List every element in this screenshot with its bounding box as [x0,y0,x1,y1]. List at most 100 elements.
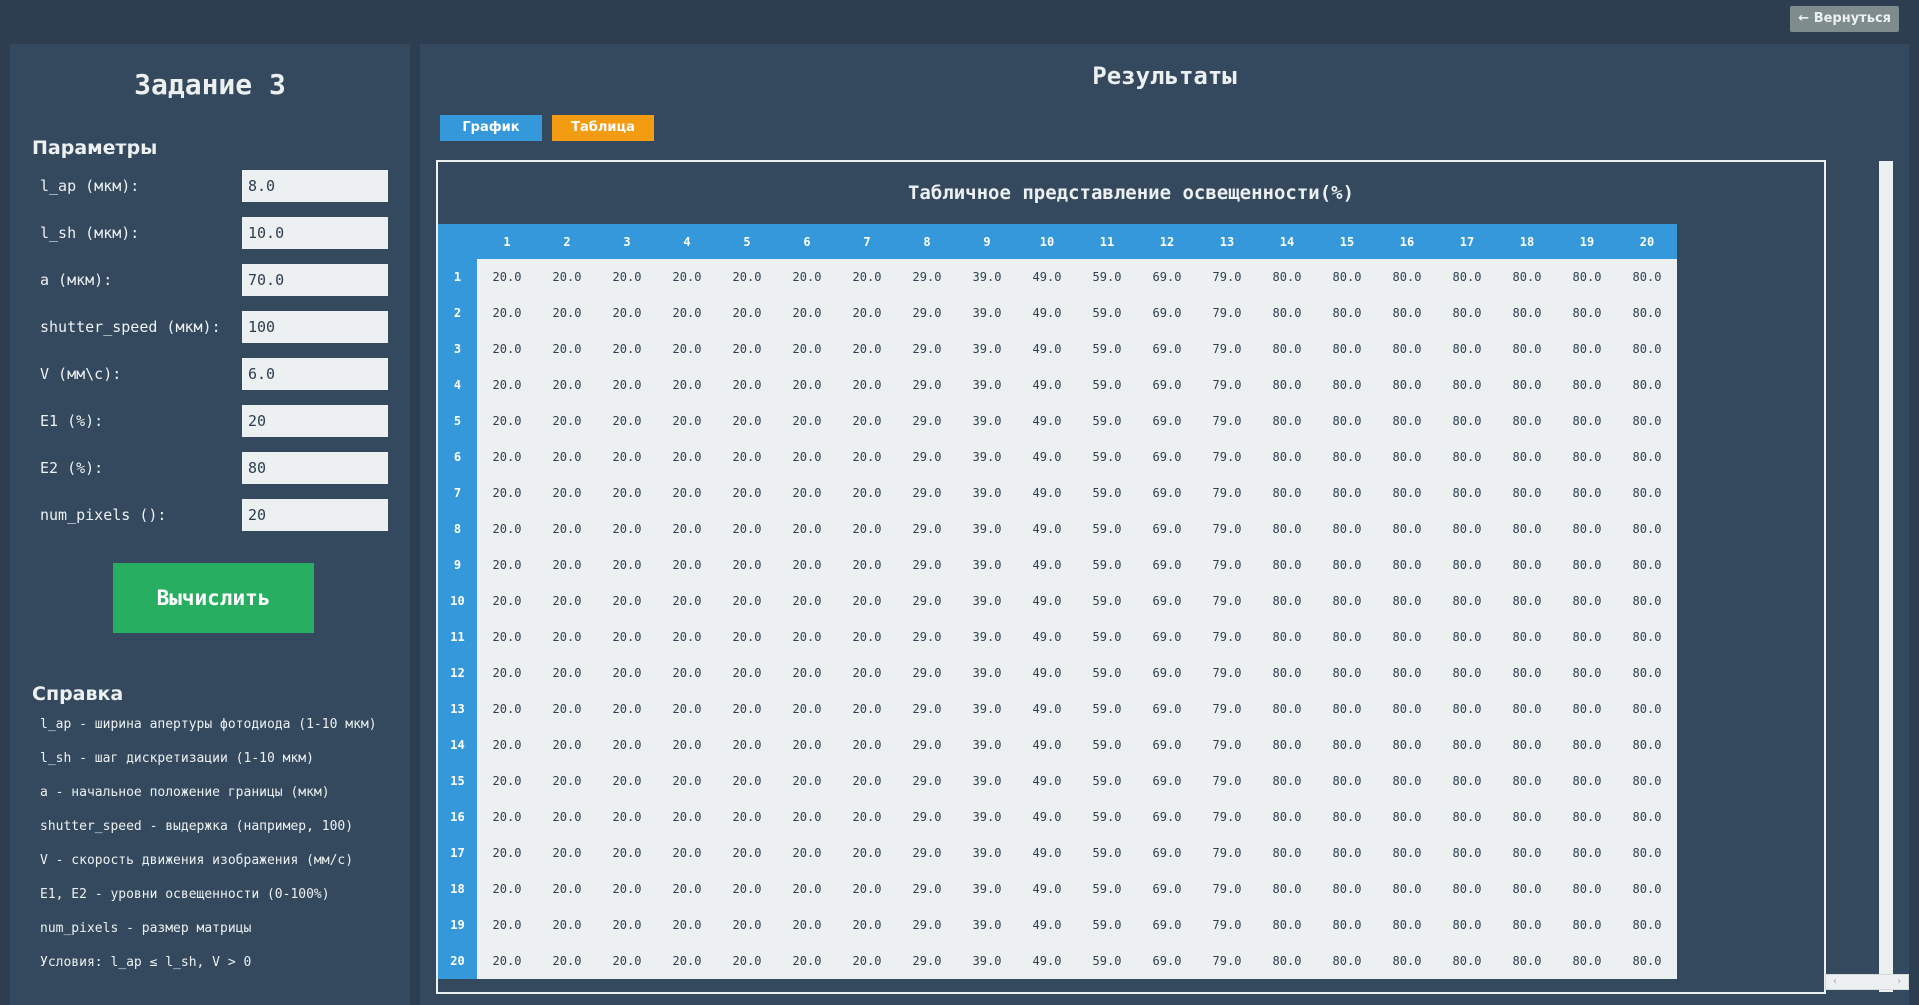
column-header: 3 [597,224,657,259]
table-cell: 20.0 [777,691,837,727]
row-header: 19 [438,907,477,943]
table-cell: 49.0 [1017,475,1077,511]
table-cell: 79.0 [1197,547,1257,583]
table-cell: 69.0 [1137,763,1197,799]
table-row: 2 20.0 20.0 20.0 20.0 20.0 20.0 20.0 29.0 39.0 49.… [438,295,1677,331]
table-cell: 80.0 [1437,943,1497,979]
table-cell: 79.0 [1197,295,1257,331]
table-cell: 20.0 [777,727,837,763]
table-cell: 80.0 [1257,547,1317,583]
column-header: 1 [477,224,537,259]
table-cell: 39.0 [957,583,1017,619]
row-header: 4 [438,367,477,403]
table-cell: 20.0 [717,835,777,871]
table-cell: 29.0 [897,655,957,691]
table-cell: 80.0 [1617,259,1677,295]
param-input[interactable] [242,405,388,437]
table-cell: 80.0 [1257,691,1317,727]
table-cell: 20.0 [657,727,717,763]
table-cell: 80.0 [1437,331,1497,367]
table-cell: 80.0 [1617,583,1677,619]
table-cell: 80.0 [1437,799,1497,835]
column-header: 17 [1437,224,1497,259]
scroll-left-icon[interactable]: ‹ [1832,975,1838,989]
table-cell: 69.0 [1137,367,1197,403]
column-header: 12 [1137,224,1197,259]
param-input[interactable] [242,217,388,249]
table-cell: 80.0 [1377,439,1437,475]
table-cell: 80.0 [1557,259,1617,295]
table-cell: 80.0 [1377,727,1437,763]
vertical-scrollbar[interactable] [1879,161,1893,992]
table-cell: 80.0 [1377,763,1437,799]
table-cell: 20.0 [657,295,717,331]
table-cell: 20.0 [837,943,897,979]
table-cell: 80.0 [1377,691,1437,727]
table-cell: 20.0 [597,475,657,511]
row-header: 13 [438,691,477,727]
table-cell: 80.0 [1437,727,1497,763]
param-input[interactable] [242,452,388,484]
table-cell: 69.0 [1137,871,1197,907]
help-line: a - начальное положение границы (мкм) [40,785,330,800]
param-input[interactable] [242,358,388,390]
tab-chart[interactable]: График [440,115,542,141]
table-cell: 80.0 [1317,367,1377,403]
table-cell: 20.0 [837,727,897,763]
tab-table[interactable]: Таблица [552,115,654,141]
table-cell: 20.0 [537,403,597,439]
table-cell: 80.0 [1257,871,1317,907]
column-header: 14 [1257,224,1317,259]
table-cell: 69.0 [1137,331,1197,367]
table-cell: 80.0 [1617,655,1677,691]
param-input[interactable] [242,170,388,202]
table-cell: 29.0 [897,547,957,583]
table-cell: 80.0 [1497,907,1557,943]
table-cell: 79.0 [1197,367,1257,403]
table-cell: 80.0 [1497,547,1557,583]
table-cell: 20.0 [657,475,717,511]
column-header: 16 [1377,224,1437,259]
param-input[interactable] [242,264,388,296]
column-header: 9 [957,224,1017,259]
table-cell: 39.0 [957,835,1017,871]
row-header: 12 [438,655,477,691]
row-header: 16 [438,799,477,835]
table-cell: 69.0 [1137,259,1197,295]
table-cell: 20.0 [837,871,897,907]
table-cell: 39.0 [957,763,1017,799]
horizontal-scrollbar[interactable]: ‹ › [1825,974,1909,990]
table-cell: 80.0 [1437,907,1497,943]
table-cell: 80.0 [1497,655,1557,691]
table-cell: 80.0 [1317,835,1377,871]
compute-button[interactable]: Вычислить [113,563,314,633]
table-cell: 29.0 [897,511,957,547]
row-header: 7 [438,475,477,511]
row-header: 17 [438,835,477,871]
table-cell: 39.0 [957,403,1017,439]
param-label: V (мм\с): [40,365,122,383]
table-row: 5 20.0 20.0 20.0 20.0 20.0 20.0 20.0 29.0 39.0 49.… [438,403,1677,439]
table-cell: 20.0 [477,295,537,331]
column-header: 10 [1017,224,1077,259]
table-cell: 39.0 [957,619,1017,655]
param-row: num_pixels (): [40,499,400,531]
table-cell: 20.0 [657,763,717,799]
table-cell: 20.0 [597,655,657,691]
column-header: 15 [1317,224,1377,259]
table-cell: 20.0 [837,367,897,403]
table-cell: 80.0 [1497,295,1557,331]
column-header: 18 [1497,224,1557,259]
table-cell: 49.0 [1017,403,1077,439]
table-cell: 20.0 [657,403,717,439]
table-cell: 20.0 [477,259,537,295]
param-input[interactable] [242,311,388,343]
table-cell: 59.0 [1077,295,1137,331]
table-cell: 80.0 [1317,691,1377,727]
param-input[interactable] [242,499,388,531]
back-button[interactable]: ← Вернуться [1790,6,1899,32]
table-cell: 20.0 [777,439,837,475]
table-cell: 80.0 [1497,583,1557,619]
scroll-right-icon[interactable]: › [1896,975,1902,989]
table-cell: 20.0 [837,475,897,511]
